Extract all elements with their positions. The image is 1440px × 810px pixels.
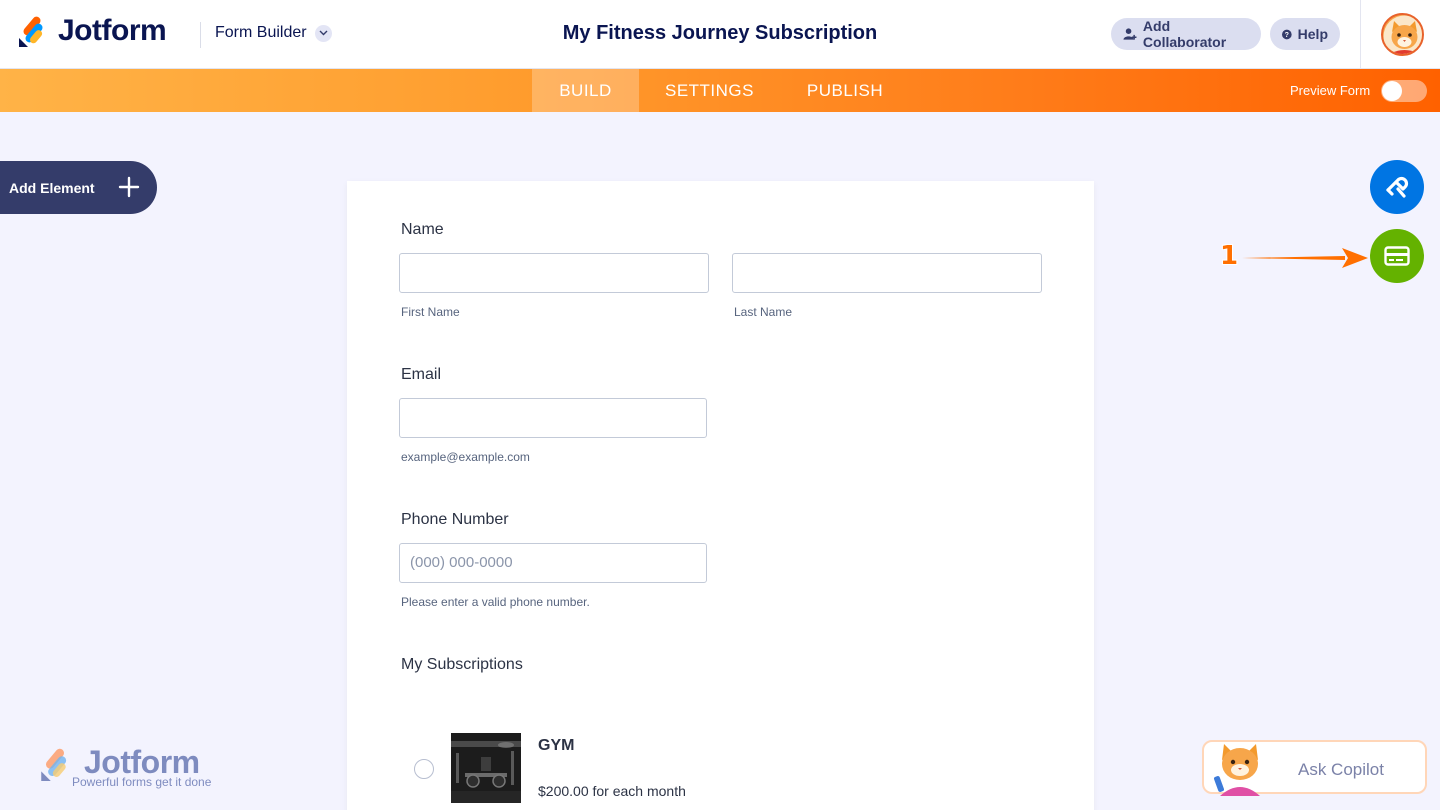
email-sublabel: example@example.com [401, 450, 530, 464]
form-builder-dropdown[interactable]: Form Builder [215, 24, 332, 42]
phone-sublabel: Please enter a valid phone number. [401, 595, 590, 609]
add-element-label: Add Element [9, 179, 95, 196]
subscriptions-question-label[interactable]: My Subscriptions [401, 656, 523, 674]
form-canvas: Name First Name Last Name Email example@… [347, 181, 1094, 810]
add-collaborator-label: Add Collaborator [1142, 18, 1227, 50]
top-header: Jotform Form Builder My Fitness Journey … [0, 0, 1440, 69]
credit-card-icon [1384, 246, 1410, 266]
first-name-sublabel: First Name [401, 305, 460, 319]
gym-radio[interactable] [414, 759, 434, 779]
user-avatar[interactable] [1381, 13, 1424, 56]
brand-name: Jotform [58, 14, 167, 47]
help-icon: ? [1282, 29, 1292, 39]
jotform-watermark-logo-icon [41, 748, 67, 781]
watermark-tagline: Powerful forms get it done [72, 775, 212, 789]
last-name-input[interactable] [732, 253, 1042, 293]
form-builder-label: Form Builder [215, 24, 307, 41]
svg-text:?: ? [1285, 31, 1289, 39]
paint-roller-icon [1386, 176, 1409, 198]
tab-settings[interactable]: SETTINGS [652, 69, 767, 112]
toggle-knob [1382, 81, 1402, 101]
header-divider [200, 22, 201, 48]
payment-settings-button[interactable] [1370, 229, 1424, 283]
gym-product-image [451, 733, 521, 803]
plus-icon [118, 176, 140, 198]
tab-build[interactable]: BUILD [532, 69, 639, 112]
ask-copilot-button[interactable]: Ask Copilot [1202, 740, 1427, 796]
ask-copilot-label: Ask Copilot [1298, 760, 1384, 779]
email-input[interactable] [399, 398, 707, 438]
form-designer-button[interactable] [1370, 160, 1424, 214]
name-question-label[interactable]: Name [401, 221, 444, 239]
builder-nav-bar: BUILD SETTINGS PUBLISH [0, 69, 1440, 112]
first-name-input[interactable] [399, 253, 709, 293]
add-element-button[interactable]: Add Element [0, 161, 157, 214]
cat-avatar-icon [1383, 15, 1422, 54]
gym-photo-icon [451, 733, 521, 803]
header-divider-right [1360, 0, 1361, 69]
add-user-icon [1123, 28, 1137, 40]
preview-form-toggle[interactable] [1381, 80, 1427, 102]
copilot-cat-icon [1214, 744, 1260, 796]
phone-input[interactable]: (000) 000-0000 [399, 543, 707, 583]
tab-publish[interactable]: PUBLISH [795, 69, 895, 112]
phone-question-label[interactable]: Phone Number [401, 511, 509, 529]
jotform-logo-icon [19, 16, 43, 47]
add-collaborator-button[interactable]: Add Collaborator [1111, 18, 1261, 50]
annotation-arrow-icon [1242, 248, 1368, 268]
gym-product-name: GYM [538, 737, 575, 754]
help-label: Help [1297, 26, 1328, 42]
annotation-number: 1 [1220, 241, 1239, 271]
preview-form-label: Preview Form [1290, 83, 1371, 98]
gym-product-price: $200.00 for each month [538, 783, 686, 799]
last-name-sublabel: Last Name [734, 305, 793, 319]
chevron-down-icon [314, 24, 332, 42]
help-button[interactable]: ? Help [1270, 18, 1340, 50]
jotform-logo[interactable]: Jotform [16, 14, 167, 48]
email-question-label[interactable]: Email [401, 366, 441, 384]
